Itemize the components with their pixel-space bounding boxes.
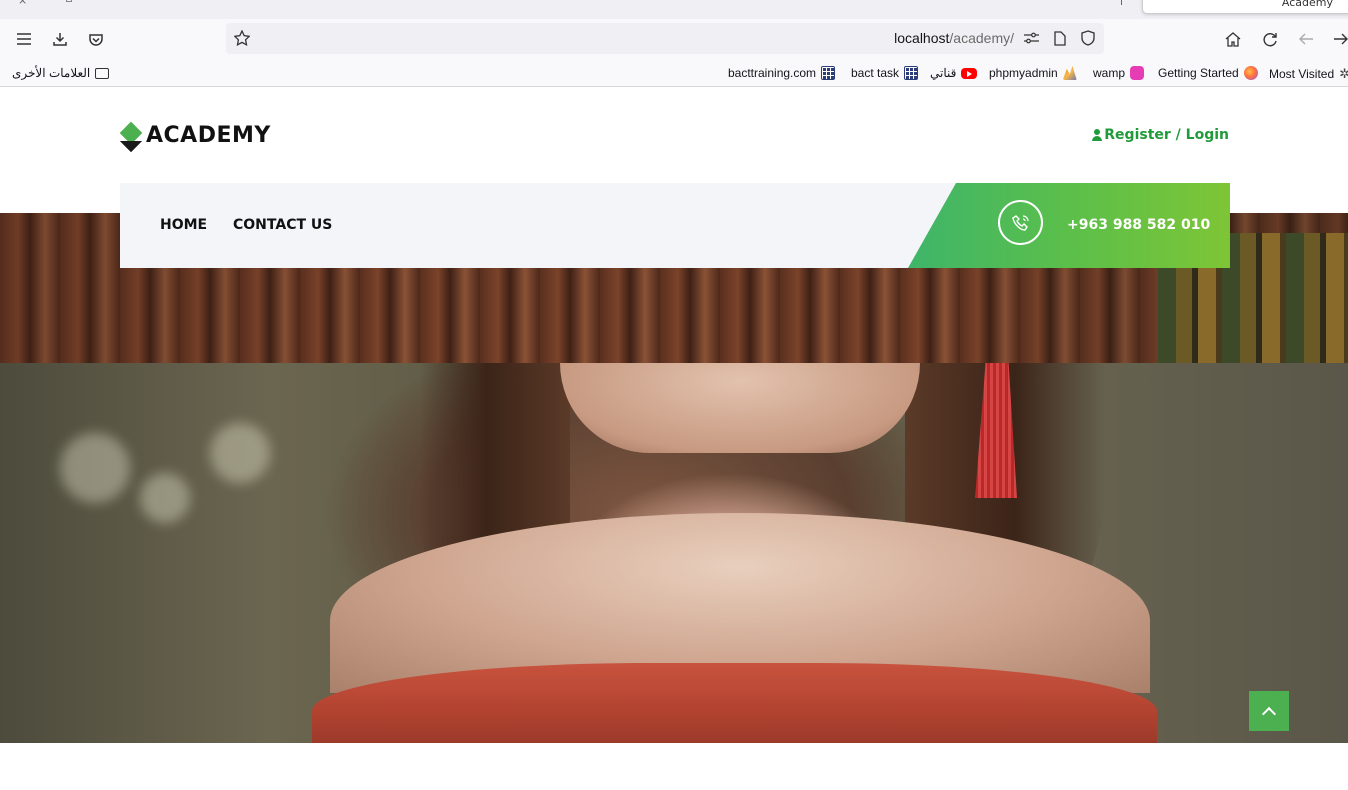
nav-contact-us[interactable]: CONTACT US	[233, 217, 332, 233]
phone-number[interactable]: +963 988 582 010	[1067, 217, 1210, 233]
gear-icon: ✲	[1339, 66, 1348, 81]
phone-block: +963 988 582 010	[908, 183, 1230, 268]
tab-separator	[1121, 0, 1122, 5]
hero-banner	[0, 213, 1348, 743]
grid-icon	[904, 66, 919, 80]
youtube-icon	[961, 67, 978, 79]
site-logo[interactable]: ACADEMY	[119, 121, 271, 148]
tab-academy[interactable]: Academy	[1142, 0, 1348, 14]
bookmark-label: bacttraining.com	[728, 66, 817, 80]
home-icon[interactable]	[1224, 30, 1242, 48]
phpmyadmin-icon	[1062, 66, 1077, 80]
reload-icon[interactable]	[1261, 30, 1279, 48]
close-tab-icon[interactable]: ×	[18, 0, 27, 7]
logo-text: ACADEMY	[146, 123, 271, 148]
downloads-icon[interactable]	[51, 30, 69, 48]
register-login-link[interactable]: Register / Login	[1092, 127, 1229, 143]
bookmarks-bar: العلامات الأخرى bacttraining.com bact ta…	[0, 59, 1348, 87]
forward-arrow-icon[interactable]	[1332, 30, 1348, 48]
bookmark-label: phpmyadmin	[989, 66, 1058, 80]
phone-icon	[998, 200, 1043, 245]
scroll-to-top-button[interactable]	[1249, 691, 1289, 731]
permissions-icon[interactable]	[1022, 29, 1040, 47]
bookmark-label: bact task	[851, 66, 900, 80]
nav-home[interactable]: HOME	[160, 217, 207, 233]
bookmark-bacttraining[interactable]: bacttraining.com	[728, 66, 836, 80]
menu-icon[interactable]	[15, 30, 33, 48]
bookmark-wamp[interactable]: wamp	[1093, 66, 1145, 80]
back-arrow-icon[interactable]	[1297, 30, 1315, 48]
url-path: /academy/	[949, 30, 1014, 46]
bookmark-label: Getting Started	[1158, 66, 1239, 80]
star-bookmark-icon[interactable]	[233, 29, 251, 47]
bookmark-getting-started[interactable]: Getting Started	[1158, 66, 1258, 80]
tab-list-icon[interactable]	[66, 0, 72, 2]
firefox-icon	[1243, 66, 1258, 80]
other-bookmarks-label: العلامات الأخرى	[12, 66, 91, 80]
page-content: ACADEMY Register / Login HOME CONTACT US	[0, 88, 1348, 790]
main-nav: HOME CONTACT US +963 988 582 010	[120, 183, 1230, 268]
logo-diamond-icon	[119, 121, 143, 147]
bookmark-my-channel[interactable]: قناتي	[930, 66, 978, 80]
folder-icon	[95, 67, 110, 79]
chevron-up-icon	[1261, 706, 1277, 721]
bookmark-most-visited[interactable]: Most Visited ✲	[1269, 66, 1348, 82]
bookmark-label: Most Visited	[1269, 67, 1335, 81]
bookmark-bact-task[interactable]: bact task	[851, 66, 919, 80]
tab-title: Academy	[1281, 0, 1333, 9]
grid-icon	[821, 66, 836, 80]
bookmark-phpmyadmin[interactable]: phpmyadmin	[989, 66, 1077, 80]
other-bookmarks[interactable]: العلامات الأخرى	[12, 66, 110, 80]
reader-view-icon[interactable]	[1051, 29, 1069, 47]
url-host: localhost	[894, 30, 950, 46]
shield-icon[interactable]	[1079, 29, 1097, 47]
wamp-icon	[1130, 66, 1145, 80]
bookmark-label: قناتي	[930, 66, 957, 80]
user-icon	[1092, 129, 1103, 141]
browser-toolbar: localhost/academy/	[0, 19, 1348, 59]
tab-strip: × Academy	[0, 0, 1348, 19]
url-bar[interactable]: localhost/academy/	[226, 23, 1104, 54]
hero-graduate-image	[0, 363, 1348, 743]
url-text: localhost/academy/	[894, 30, 1014, 46]
pocket-icon[interactable]	[87, 30, 105, 48]
bookmark-label: wamp	[1093, 66, 1126, 80]
register-login-label: Register / Login	[1104, 127, 1229, 143]
